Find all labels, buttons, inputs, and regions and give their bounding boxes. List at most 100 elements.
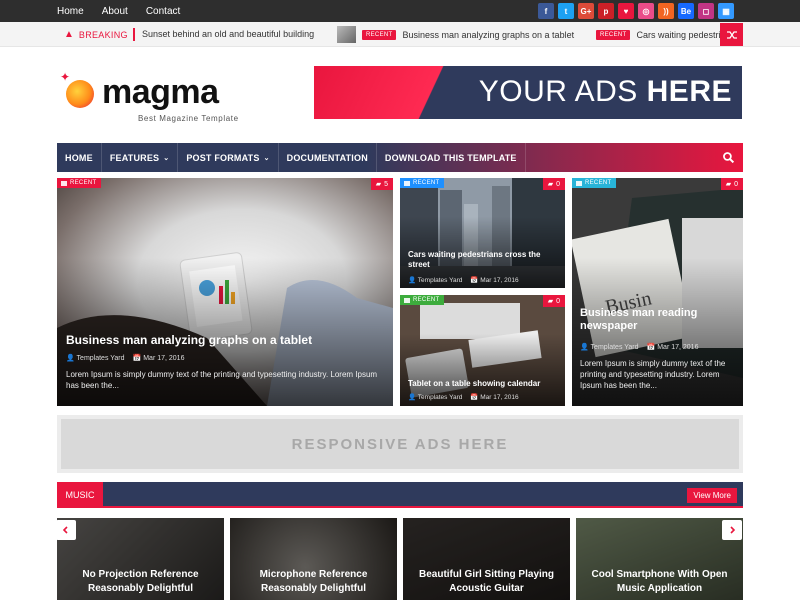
flame-icon: ▲ bbox=[64, 29, 74, 40]
post-meta: 👤 Templates Yard 📅 Mar 17, 2016 bbox=[580, 343, 698, 351]
category-badge[interactable]: RECENT bbox=[400, 178, 445, 188]
site-logo[interactable]: ✦ magma bbox=[60, 70, 240, 111]
post-meta: 👤 Templates Yard 📅 Mar 17, 2016 bbox=[408, 393, 519, 401]
pinterest-icon[interactable]: p bbox=[598, 3, 614, 19]
spark-icon: ✦ bbox=[60, 70, 71, 84]
nav-item-download-this-template[interactable]: DOWNLOAD THIS TEMPLATE bbox=[377, 143, 526, 172]
arrow-right-icon bbox=[730, 526, 736, 534]
carousel-prev-button[interactable] bbox=[56, 520, 76, 540]
nav-item-features[interactable]: FEATURES ⌄ bbox=[102, 143, 179, 172]
instagram-icon[interactable]: ◻ bbox=[698, 3, 714, 19]
post-date: 📅 Mar 17, 2016 bbox=[470, 394, 519, 401]
image-icon bbox=[61, 180, 67, 186]
post-excerpt: Lorem Ipsum is simply dummy text of the … bbox=[580, 359, 726, 391]
carousel-next-button[interactable] bbox=[722, 520, 742, 540]
image-icon bbox=[576, 180, 582, 186]
post-date: 📅 Mar 17, 2016 bbox=[646, 344, 699, 351]
category-badge[interactable]: RECENT bbox=[572, 178, 617, 188]
breaking-divider bbox=[133, 28, 135, 41]
music-post-title[interactable]: Cool Smartphone With Open Music Applicat… bbox=[584, 568, 735, 596]
author[interactable]: 👤 Templates Yard bbox=[580, 343, 639, 351]
post-title[interactable]: Tablet on a table showing calendar bbox=[408, 379, 558, 389]
delicious-icon[interactable]: ▦ bbox=[718, 3, 734, 19]
featured-post-secondary[interactable]: RECENT ▰ 0 Tablet on a table showing cale… bbox=[400, 295, 565, 406]
responsive-ad[interactable]: RESPONSIVE ADS HERE bbox=[57, 415, 743, 473]
category-badge[interactable]: RECENT bbox=[57, 178, 102, 188]
author[interactable]: 👤 Templates Yard bbox=[408, 276, 462, 284]
music-section-header: MUSIC View More bbox=[57, 482, 743, 508]
chevron-down-icon: ⌄ bbox=[263, 154, 270, 162]
top-link-about[interactable]: About bbox=[102, 6, 128, 17]
featured-post-secondary[interactable]: RECENT ▰ 0 Cars waiting pedestrians cross… bbox=[400, 178, 565, 288]
breaking-item-title: Business man analyzing graphs on a table… bbox=[402, 29, 575, 40]
comment-count[interactable]: ▰ 0 bbox=[542, 178, 565, 190]
recent-badge: RECENT bbox=[362, 29, 397, 40]
rss-icon[interactable]: )) bbox=[658, 3, 674, 19]
music-post-card[interactable]: No Projection Reference Reasonably Delig… bbox=[57, 518, 224, 600]
site-tagline: Best Magazine Template bbox=[138, 114, 239, 123]
behance-icon[interactable]: Be bbox=[678, 3, 694, 19]
breaking-news-bar: ▲ BREAKING Sunset behind an old and beau… bbox=[0, 22, 800, 47]
comment-count[interactable]: ▰ 0 bbox=[720, 178, 743, 190]
comment-icon: ▰ bbox=[547, 181, 554, 188]
featured-post-main[interactable]: RECENT ▰ 5 Business man analyzing graphs … bbox=[57, 178, 393, 406]
featured-post-side[interactable]: Busin RECENT ▰0 Business man reading new… bbox=[572, 178, 743, 406]
top-bar: Home About Contact f t G+ p ♥ ◎)) Be ◻ ▦ bbox=[0, 0, 800, 22]
heart-icon[interactable]: ♥ bbox=[618, 3, 634, 19]
view-more-button[interactable]: View More bbox=[687, 488, 737, 503]
music-post-card[interactable]: Microphone Reference Reasonably Delightf… bbox=[230, 518, 397, 600]
logo-mark bbox=[66, 80, 94, 108]
ad-text-bold: HERE bbox=[646, 75, 732, 108]
post-excerpt: Lorem Ipsum is simply dummy text of the … bbox=[66, 370, 378, 391]
nav-items: HOME FEATURES ⌄ POST FORMATS ⌄ DOCUMENTATION D… bbox=[57, 143, 526, 172]
section-label[interactable]: MUSIC bbox=[57, 482, 103, 508]
chevron-down-icon: ⌄ bbox=[163, 154, 170, 162]
nav-item-home[interactable]: HOME bbox=[57, 143, 102, 172]
header-ad-banner[interactable]: YOUR ADS HERE bbox=[314, 66, 742, 119]
breaking-label-text: BREAKING bbox=[78, 29, 128, 40]
category-badge[interactable]: RECENT bbox=[400, 295, 445, 305]
facebook-icon[interactable]: f bbox=[538, 3, 554, 19]
breaking-label: ▲ BREAKING bbox=[64, 22, 128, 47]
author[interactable]: 👤 Templates Yard bbox=[66, 354, 125, 362]
search-icon[interactable] bbox=[722, 151, 735, 164]
top-link-contact[interactable]: Contact bbox=[146, 6, 180, 17]
nav-item-post-formats[interactable]: POST FORMATS ⌄ bbox=[178, 143, 279, 172]
post-date: 📅 Mar 17, 2016 bbox=[132, 355, 185, 362]
nav-item-documentation[interactable]: DOCUMENTATION bbox=[279, 143, 377, 172]
breaking-thumbnail bbox=[337, 26, 356, 43]
comment-icon: ▰ bbox=[547, 298, 554, 305]
breaking-item-first[interactable]: Sunset behind an old and beautiful build… bbox=[142, 22, 314, 47]
breaking-item[interactable]: RECENT Cars waiting pedestrians cross th… bbox=[590, 25, 720, 44]
breaking-item-title: Cars waiting pedestrians cross the stree… bbox=[636, 29, 720, 40]
ad-accent-shape bbox=[314, 66, 504, 119]
post-title[interactable]: Business man reading newspaper bbox=[580, 307, 735, 333]
random-post-button[interactable] bbox=[720, 23, 743, 46]
breaking-item[interactable]: RECENT Business man analyzing graphs on … bbox=[337, 25, 574, 44]
ad-text-regular: YOUR ADS bbox=[478, 75, 647, 108]
comment-icon: ▰ bbox=[725, 181, 732, 188]
image-overlay bbox=[400, 178, 565, 288]
music-post-title[interactable]: No Projection Reference Reasonably Delig… bbox=[65, 568, 216, 596]
social-icons: f t G+ p ♥ ◎)) Be ◻ ▦ bbox=[538, 3, 734, 19]
music-post-card[interactable]: Beautiful Girl Sitting Playing Acoustic … bbox=[403, 518, 570, 600]
music-post-title[interactable]: Beautiful Girl Sitting Playing Acoustic … bbox=[411, 568, 562, 596]
comment-count[interactable]: ▰ 5 bbox=[370, 178, 393, 190]
post-title[interactable]: Cars waiting pedestrians cross the stree… bbox=[408, 250, 558, 269]
music-post-card[interactable]: Cool Smartphone With Open Music Applicat… bbox=[576, 518, 743, 600]
google-plus-icon[interactable]: G+ bbox=[578, 3, 594, 19]
music-post-title[interactable]: Microphone Reference Reasonably Delightf… bbox=[238, 568, 389, 596]
post-title[interactable]: Business man analyzing graphs on a table… bbox=[66, 333, 386, 347]
twitter-icon[interactable]: t bbox=[558, 3, 574, 19]
dribbble-icon[interactable]: ◎ bbox=[638, 3, 654, 19]
arrow-left-icon bbox=[62, 526, 68, 534]
top-nav: Home About Contact bbox=[57, 0, 180, 22]
post-meta: 👤 Templates Yard 📅 Mar 17, 2016 bbox=[408, 276, 519, 284]
shuffle-icon bbox=[726, 30, 737, 39]
image-overlay bbox=[400, 295, 565, 406]
video-icon bbox=[404, 180, 410, 186]
post-meta: 👤 Templates Yard 📅 Mar 17, 2016 bbox=[66, 354, 184, 362]
top-link-home[interactable]: Home bbox=[57, 6, 84, 17]
author[interactable]: 👤 Templates Yard bbox=[408, 393, 462, 401]
comment-count[interactable]: ▰ 0 bbox=[542, 295, 565, 307]
